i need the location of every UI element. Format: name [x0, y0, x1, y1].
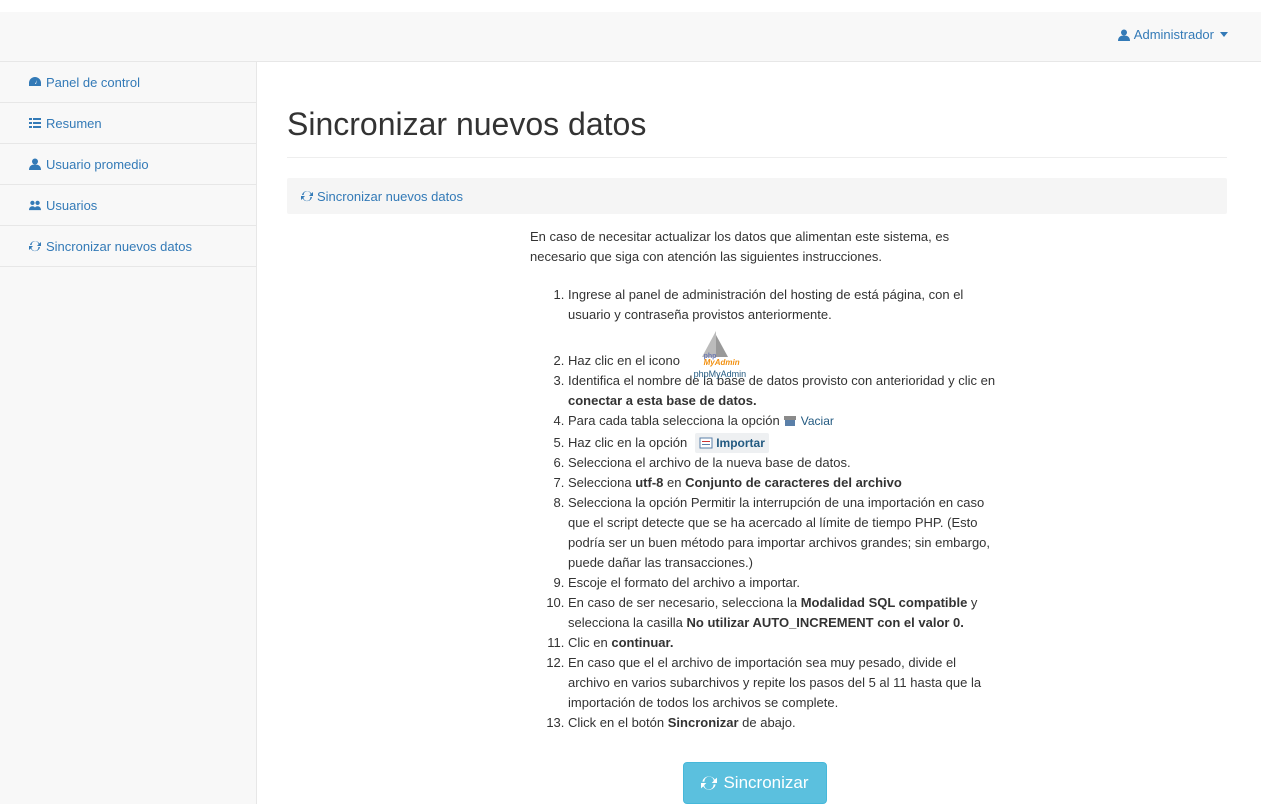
- step-3: Identifica el nombre de la base de datos…: [568, 371, 1000, 411]
- step-2: Haz clic en el icono php MyAdmin phpMyAd…: [568, 331, 1000, 379]
- step-7: Selecciona utf-8 en Conjunto de caracter…: [568, 473, 1000, 493]
- page-title: Sincronizar nuevos datos: [287, 106, 1227, 158]
- phpmyadmin-caption: phpMyAdmin: [693, 369, 747, 379]
- sidebar-item-label: Panel de control: [46, 74, 140, 90]
- user-icon: [1117, 29, 1130, 41]
- sidebar-item-label: Sincronizar nuevos datos: [46, 238, 192, 254]
- step-12: En caso que el el archivo de importación…: [568, 653, 1000, 713]
- vaciar-link: Vaciar: [783, 414, 834, 428]
- user-dropdown[interactable]: Administrador: [1117, 27, 1228, 42]
- users-icon: [29, 200, 41, 211]
- sidebar-item-panel[interactable]: Panel de control: [0, 62, 256, 103]
- sidebar-item-sincronizar[interactable]: Sincronizar nuevos datos: [0, 226, 256, 267]
- sidebar-item-usuario-promedio[interactable]: Usuario promedio: [0, 144, 256, 185]
- importar-link: Importar: [694, 433, 769, 453]
- step-5: Haz clic en la opción Importar: [568, 433, 1000, 453]
- panel-heading: Sincronizar nuevos datos: [287, 178, 1227, 214]
- sidebar: Panel de control Resumen Usuario promedi…: [0, 62, 257, 804]
- steps-list: Ingrese al panel de administración del h…: [530, 285, 1000, 733]
- refresh-icon: [29, 240, 41, 252]
- user-icon: [29, 158, 41, 170]
- instructions: En caso de necesitar actualizar los dato…: [530, 227, 1000, 733]
- top-navbar: Administrador: [0, 12, 1261, 62]
- sidebar-item-resumen[interactable]: Resumen: [0, 103, 256, 144]
- intro-text: En caso de necesitar actualizar los dato…: [530, 229, 950, 264]
- refresh-icon: [701, 776, 718, 790]
- list-icon: [29, 118, 41, 128]
- dashboard-icon: [29, 77, 41, 86]
- empty-table-icon: [784, 416, 797, 426]
- step-4: Para cada tabla selecciona la opción Vac…: [568, 411, 1000, 431]
- sidebar-item-label: Usuario promedio: [46, 156, 149, 172]
- step-10: En caso de ser necesario, selecciona la …: [568, 593, 1000, 633]
- caret-down-icon: [1220, 32, 1228, 37]
- import-icon: [699, 437, 713, 449]
- sidebar-item-label: Resumen: [46, 115, 102, 131]
- step-1: Ingrese al panel de administración del h…: [568, 285, 1000, 325]
- sidebar-item-usuarios[interactable]: Usuarios: [0, 185, 256, 226]
- step-11: Clic en continuar.: [568, 633, 1000, 653]
- step-9: Escoje el formato del archivo a importar…: [568, 573, 1000, 593]
- main-content: Sincronizar nuevos datos Sincronizar nue…: [287, 62, 1227, 804]
- user-name: Administrador: [1133, 27, 1214, 42]
- sidebar-item-label: Usuarios: [46, 197, 98, 213]
- sincronizar-button[interactable]: Sincronizar: [683, 762, 827, 804]
- sincronizar-button-label: Sincronizar: [723, 773, 809, 792]
- step-13: Click en el botón Sincronizar de abajo.: [568, 713, 1000, 733]
- step-8: Selecciona la opción Permitir la interru…: [568, 493, 1000, 573]
- refresh-icon: [301, 190, 313, 202]
- panel-heading-label[interactable]: Sincronizar nuevos datos: [317, 189, 463, 204]
- step-6: Selecciona el archivo de la nueva base d…: [568, 453, 1000, 473]
- phpmyadmin-icon: php MyAdmin phpMyAdmin: [690, 331, 746, 379]
